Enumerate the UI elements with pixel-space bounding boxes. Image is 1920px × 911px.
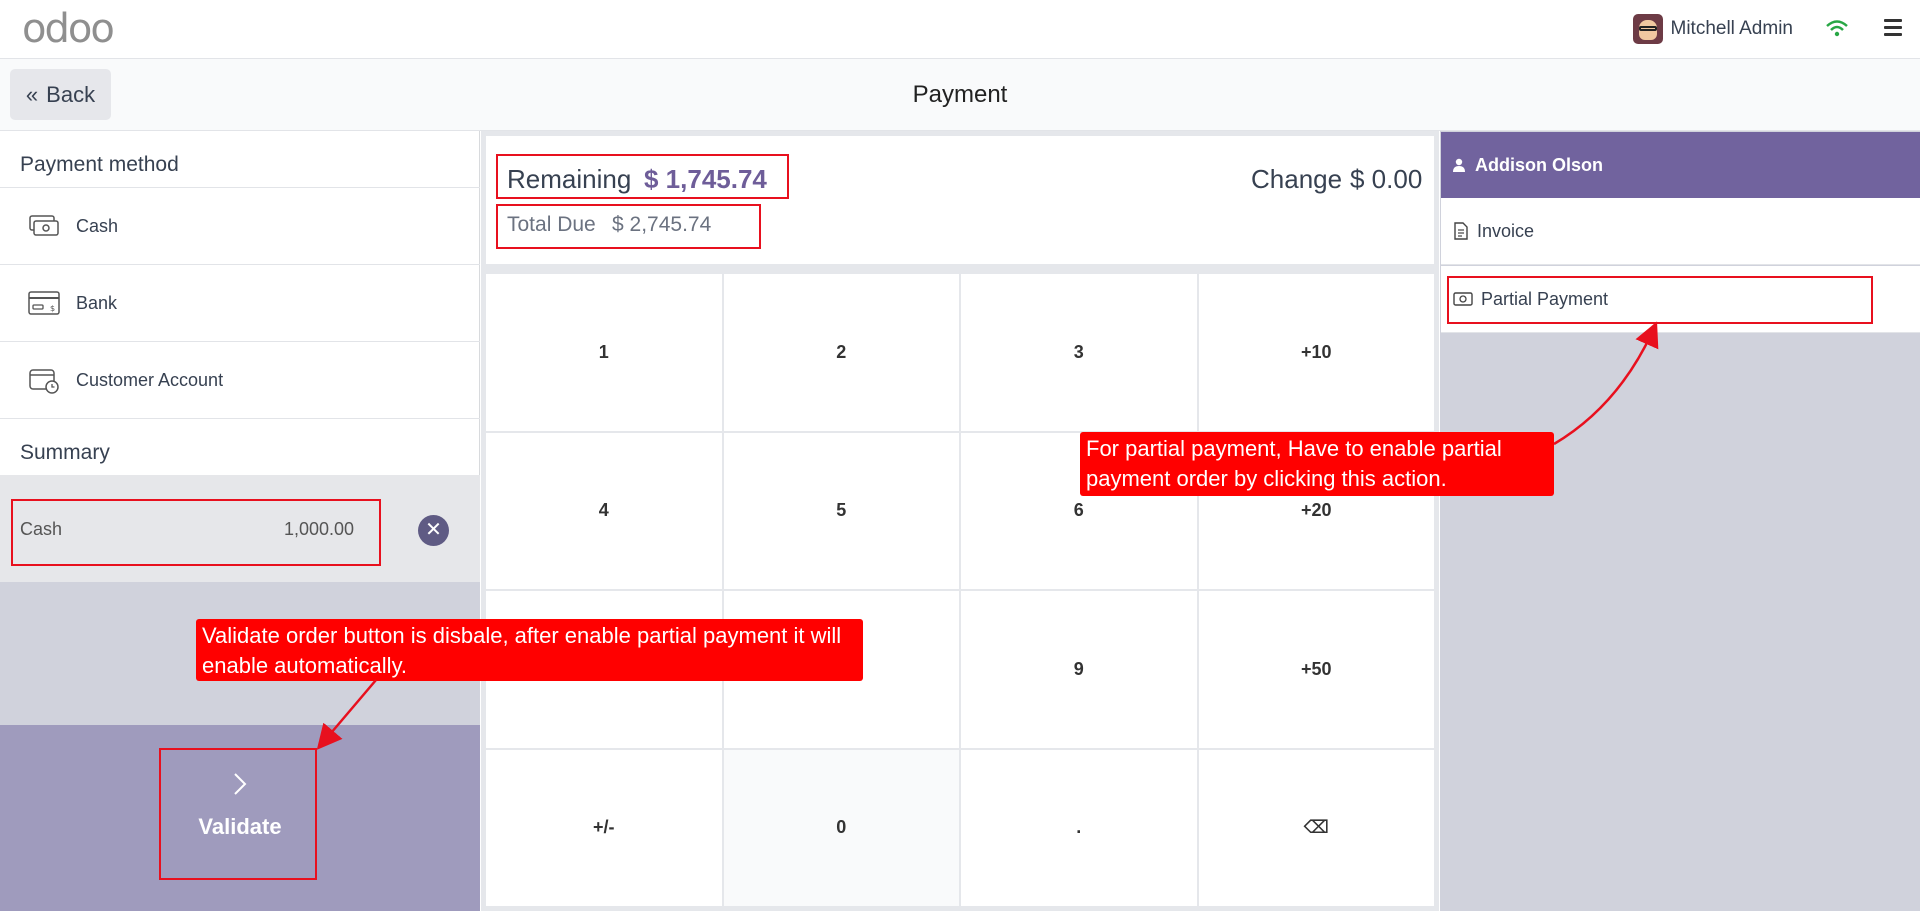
top-navbar: odoo Mitchell Admin <box>0 0 1920 59</box>
user-menu[interactable]: Mitchell Admin <box>1632 14 1794 44</box>
numpad-key-2[interactable]: 2 <box>723 274 959 431</box>
numpad-key-0[interactable]: 0 <box>723 749 959 906</box>
numpad-key-plus-minus[interactable]: +/- <box>486 749 722 906</box>
numpad-key-4[interactable]: 4 <box>486 432 722 589</box>
numpad-key-1[interactable]: 1 <box>486 274 722 431</box>
customer-button[interactable]: Addison Olson <box>1441 132 1920 198</box>
page-title: Payment <box>912 81 1008 108</box>
payment-method-title: Payment method <box>20 153 179 176</box>
numpad-key-5[interactable]: 5 <box>723 432 959 589</box>
numpad-key-decimal[interactable]: . <box>961 749 1197 906</box>
hamburger-menu-icon[interactable] <box>1884 19 1902 36</box>
order-actions-panel: Addison Olson Invoice Partial Payment <box>1440 131 1920 911</box>
invoice-label: Invoice <box>1477 220 1535 241</box>
wallet-clock-icon <box>29 369 59 394</box>
payment-method-cash[interactable]: Cash <box>0 187 480 264</box>
invoice-button[interactable]: Invoice <box>1441 198 1920 265</box>
annotation-box-remaining <box>496 154 789 199</box>
payment-method-customer-account[interactable]: Customer Account <box>0 341 480 418</box>
numpad-key-plus50[interactable]: +50 <box>1198 591 1434 748</box>
numpad-key-3[interactable]: 3 <box>961 274 1197 431</box>
numpad-key-9[interactable]: 9 <box>961 591 1197 748</box>
annotation-box-partial-payment <box>1447 276 1873 324</box>
payment-method-bank[interactable]: $ Bank <box>0 264 480 341</box>
user-icon <box>1453 158 1465 172</box>
annotation-validate-note: Validate order button is disbale, after … <box>196 619 863 681</box>
change-value: $ 0.00 <box>1350 164 1423 194</box>
numpad: 1 2 3 +10 4 5 6 +20 7 8 9 +50 +/- 0 . ⌫ <box>486 274 1434 906</box>
file-icon <box>1454 222 1468 240</box>
svg-text:$: $ <box>50 304 55 313</box>
annotation-partial-payment-note: For partial payment, Have to enable part… <box>1080 432 1554 496</box>
user-name: Mitchell Admin <box>1670 18 1794 39</box>
avatar <box>1632 14 1663 44</box>
annotation-box-summary-line <box>11 499 381 566</box>
annotation-box-total-due <box>496 204 761 249</box>
annotation-box-validate <box>159 748 317 880</box>
odoo-logo[interactable]: odoo <box>22 9 115 49</box>
payment-header: « Back Payment <box>0 59 1920 131</box>
summary-title: Summary <box>20 441 110 464</box>
change-label: Change <box>1251 164 1343 194</box>
numpad-key-plus10[interactable]: +10 <box>1198 274 1434 431</box>
customer-name: Addison Olson <box>1475 154 1603 175</box>
backspace-icon[interactable]: ⌫ <box>1198 749 1434 906</box>
bank-card-icon: $ <box>28 291 60 315</box>
wifi-icon[interactable] <box>1824 16 1850 42</box>
remove-payment-icon[interactable]: ✕ <box>418 515 449 546</box>
cash-icon <box>29 215 59 236</box>
